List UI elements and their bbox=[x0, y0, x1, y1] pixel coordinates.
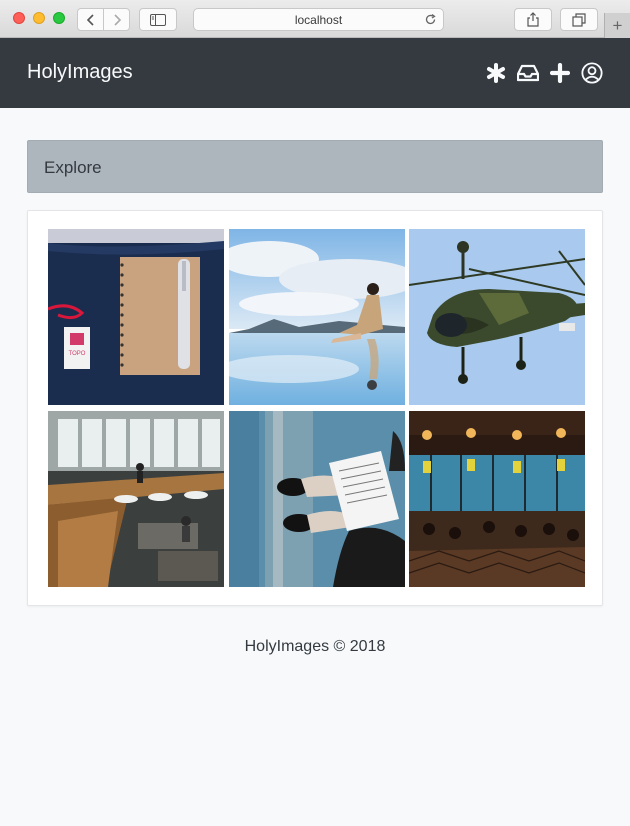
gallery-image-reading-papers[interactable] bbox=[229, 411, 405, 587]
user-circle-icon[interactable] bbox=[581, 62, 603, 84]
gallery-image-restaurant[interactable] bbox=[409, 411, 585, 587]
explore-title: Explore bbox=[44, 158, 102, 177]
asterisk-icon[interactable] bbox=[485, 62, 507, 84]
svg-text:TOPO: TOPO bbox=[69, 351, 86, 357]
gallery-image-mirror-lake[interactable] bbox=[229, 229, 405, 405]
app-navbar: HolyImages bbox=[0, 38, 630, 108]
back-button[interactable] bbox=[78, 9, 103, 30]
share-icon bbox=[527, 12, 539, 27]
share-button[interactable] bbox=[514, 8, 552, 31]
forward-button[interactable] bbox=[103, 9, 129, 30]
brand-logo-text[interactable]: HolyImages bbox=[27, 61, 133, 84]
gallery-image-notebook[interactable]: TOPO bbox=[48, 229, 224, 405]
sidebar-toggle-button[interactable] bbox=[139, 8, 177, 31]
explore-header: Explore bbox=[27, 140, 603, 193]
url-text: localhost bbox=[294, 12, 343, 27]
history-nav bbox=[77, 8, 130, 31]
browser-toolbar: localhost + bbox=[0, 0, 630, 38]
gallery-image-helicopter[interactable] bbox=[409, 229, 585, 405]
new-tab-button[interactable]: + bbox=[604, 13, 630, 38]
chevron-right-icon bbox=[114, 13, 121, 26]
tabs-icon bbox=[572, 12, 586, 27]
zoom-window-button[interactable] bbox=[53, 12, 65, 24]
minimize-window-button[interactable] bbox=[33, 12, 45, 24]
gallery-card: TOPO bbox=[27, 210, 603, 606]
address-bar[interactable]: localhost bbox=[193, 8, 444, 31]
sidebar-icon bbox=[150, 13, 166, 26]
show-tabs-button[interactable] bbox=[560, 8, 598, 31]
navbar-icons bbox=[485, 62, 603, 84]
plus-icon[interactable] bbox=[549, 62, 571, 84]
close-window-button[interactable] bbox=[13, 12, 25, 24]
gallery-image-office-lounge[interactable] bbox=[48, 411, 224, 587]
inbox-icon[interactable] bbox=[517, 62, 539, 84]
chevron-left-icon bbox=[86, 13, 94, 26]
footer-copyright: HolyImages © 2018 bbox=[244, 638, 386, 655]
reload-icon[interactable] bbox=[424, 13, 437, 29]
